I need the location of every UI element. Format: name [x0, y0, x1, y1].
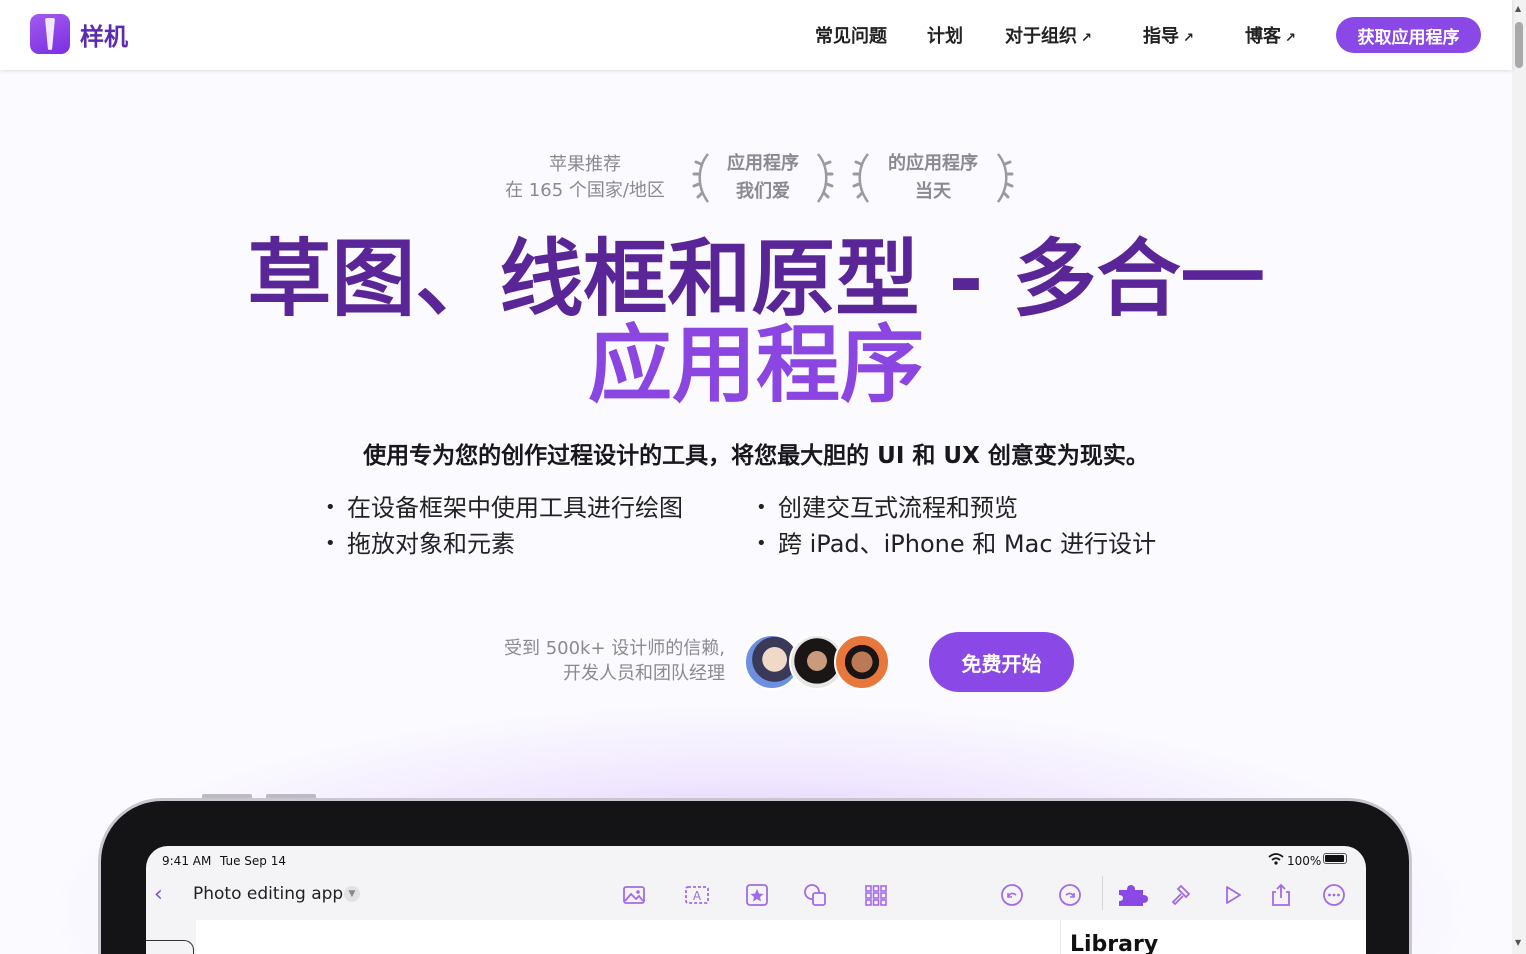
status-battery-percent: 100% — [1287, 854, 1322, 868]
status-time: 9:41 AM — [162, 854, 212, 868]
laurel-left-icon — [852, 153, 870, 203]
text-box-icon[interactable]: A — [684, 882, 710, 908]
document-title[interactable]: Photo editing app — [193, 884, 343, 904]
play-icon[interactable] — [1219, 882, 1245, 908]
design-canvas[interactable] — [196, 920, 1060, 954]
toolbar-divider — [1102, 876, 1103, 910]
award2-line-2: 当天 — [915, 181, 951, 202]
battery-icon — [1323, 853, 1347, 864]
nav-guides[interactable]: 指导 ↗ — [1143, 22, 1194, 48]
undo-icon[interactable] — [999, 882, 1025, 908]
nav-faq[interactable]: 常见问题 — [815, 22, 887, 48]
status-date: Tue Sep 14 — [220, 854, 287, 868]
redo-icon[interactable] — [1057, 882, 1083, 908]
share-icon[interactable] — [1268, 882, 1294, 908]
logo-mark-icon — [30, 14, 70, 54]
image-icon[interactable] — [621, 882, 647, 908]
feature-item: 创建交互式流程和预览 — [756, 490, 1156, 526]
featured-line-2: 在 165 个国家/地区 — [505, 180, 665, 201]
get-app-button[interactable]: 获取应用程序 — [1336, 17, 1481, 53]
feature-list-right: 创建交互式流程和预览 跨 iPad、iPhone 和 Mac 进行设计 — [756, 490, 1156, 562]
nav-for-organizations[interactable]: 对于组织 ↗ — [1005, 22, 1092, 48]
external-link-icon: ↗ — [1081, 31, 1092, 46]
scroll-thumb[interactable] — [1515, 22, 1523, 68]
laurel-right-icon — [816, 153, 834, 203]
feature-list-left: 在设备框架中使用工具进行绘图 拖放对象和元素 — [325, 490, 683, 562]
feature-item: 在设备框架中使用工具进行绘图 — [325, 490, 683, 526]
start-free-button[interactable]: 免费开始 — [929, 632, 1074, 692]
svg-text:A: A — [693, 889, 702, 903]
logo-text: 样机 — [80, 22, 128, 51]
award2-line-1: 的应用程序 — [888, 153, 978, 174]
chevron-down-icon[interactable]: ▼ — [344, 886, 360, 902]
library-title: Library — [1070, 932, 1159, 954]
external-link-icon: ↗ — [1183, 31, 1194, 46]
award-app-of-the-day: 的应用程序 当天 — [850, 150, 1016, 206]
wifi-icon — [1268, 853, 1284, 865]
scroll-down-icon[interactable]: ▼ — [1515, 938, 1521, 947]
apple-featured-badge: 苹果推荐 在 165 个国家/地区 — [480, 152, 690, 204]
external-link-icon: ↗ — [1285, 31, 1296, 46]
avatar — [834, 634, 890, 690]
grid-icon[interactable] — [863, 882, 889, 908]
hero-headline: 草图、线框和原型 - 多合一 — [247, 230, 1265, 328]
shapes-icon[interactable] — [802, 882, 828, 908]
page-scrollbar[interactable]: ▲ ▼ — [1512, 0, 1526, 954]
scroll-up-icon[interactable]: ▲ — [1515, 4, 1521, 13]
logo[interactable]: 样机 — [30, 14, 128, 54]
top-header: 样机 常见问题 计划 对于组织 ↗ 指导 ↗ 博客 ↗ 获取应用程序 — [0, 0, 1512, 70]
more-icon[interactable] — [1321, 882, 1347, 908]
trust-text: 受到 500k+ 设计师的信赖, 开发人员和团队经理 — [503, 638, 725, 684]
ipad-screen: 9:41 AM Tue Sep 14 100% ‹ Photo editing … — [146, 846, 1366, 954]
hammer-icon[interactable] — [1169, 882, 1195, 908]
hero-headline-accent: 应用程序 — [587, 316, 924, 414]
star-box-icon[interactable] — [744, 882, 770, 908]
award-apps-we-love: 应用程序 我们爱 — [688, 150, 838, 206]
laurel-left-icon — [692, 153, 710, 203]
nav-plans[interactable]: 计划 — [927, 22, 963, 48]
feature-item: 拖放对象和元素 — [325, 526, 683, 562]
laurel-right-icon — [996, 153, 1014, 203]
hero-subheadline: 使用专为您的创作过程设计的工具，将您最大胆的 UI 和 UX 创意变为现实。 — [363, 443, 1149, 469]
puzzle-icon[interactable] — [1116, 882, 1150, 908]
featured-line-1: 苹果推荐 — [549, 154, 621, 175]
back-icon[interactable]: ‹ — [154, 882, 163, 907]
feature-item: 跨 iPad、iPhone 和 Mac 进行设计 — [756, 526, 1156, 562]
canvas-frame-thumbnail[interactable] — [146, 940, 194, 954]
nav-blog[interactable]: 博客 ↗ — [1245, 22, 1296, 48]
